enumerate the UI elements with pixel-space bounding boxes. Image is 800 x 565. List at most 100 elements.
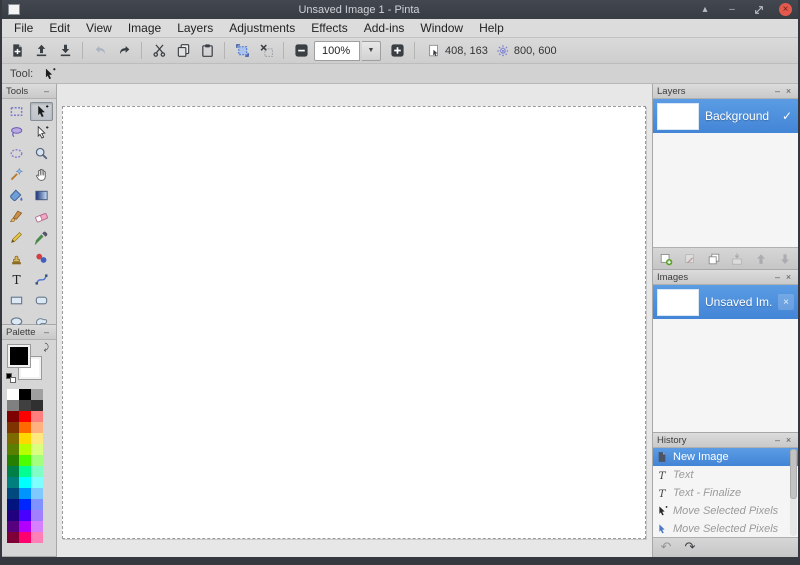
tool-gradient[interactable] [30,186,53,205]
palette-swatch[interactable] [7,532,19,543]
deselect-button[interactable] [255,40,277,62]
maximize-icon[interactable] [752,3,766,17]
zoom-in-button[interactable] [386,40,408,62]
palette-swatch[interactable] [31,389,43,400]
swap-colors-icon[interactable]: ⤸ [44,342,49,353]
image-row[interactable]: Unsaved Im... × [653,285,798,319]
palette-swatch[interactable] [19,532,31,543]
tool-move-selected-pixels[interactable] [30,102,53,121]
canvas[interactable] [62,106,646,539]
current-tool-icon[interactable] [39,65,59,82]
close-image-icon[interactable]: × [778,294,794,310]
history-undo-icon[interactable]: ↶ [656,539,676,557]
tool-line-curve[interactable] [30,270,53,289]
menu-item-view[interactable]: View [78,19,120,37]
layer-up-button[interactable] [751,250,771,268]
layer-add-button[interactable] [656,250,676,268]
history-item[interactable]: New Image [653,448,798,466]
crop-button[interactable] [231,40,253,62]
tool-paint-bucket[interactable] [5,186,28,205]
palette-swatch[interactable] [7,411,19,422]
palette-swatch[interactable] [31,444,43,455]
palette-swatch[interactable] [31,499,43,510]
tool-rectangle[interactable] [5,291,28,310]
layer-visible-checkbox[interactable]: ✓ [782,109,792,123]
palette-swatch[interactable] [7,477,19,488]
palette-swatch[interactable] [19,422,31,433]
palette-swatch[interactable] [7,444,19,455]
palette-swatch[interactable] [31,510,43,521]
palette-swatch[interactable] [19,477,31,488]
palette-swatch[interactable] [7,455,19,466]
tool-eraser[interactable] [30,207,53,226]
zoom-level-input[interactable]: 100% [314,40,360,61]
primary-color-swatch[interactable] [7,344,31,368]
tool-pan[interactable] [30,165,53,184]
layers-panel-minimize-icon[interactable]: – [772,86,783,97]
menu-item-adjustments[interactable]: Adjustments [221,19,303,37]
reset-colors-icon[interactable] [6,373,16,383]
palette-swatch[interactable] [31,433,43,444]
palette-swatch[interactable] [19,521,31,532]
palette-swatch[interactable] [19,510,31,521]
palette-swatch[interactable] [19,389,31,400]
palette-swatch[interactable] [7,466,19,477]
palette-swatch[interactable] [19,444,31,455]
palette-swatch[interactable] [7,488,19,499]
palette-swatch[interactable] [19,433,31,444]
tool-color-picker[interactable] [30,228,53,247]
paste-button[interactable] [196,40,218,62]
tool-clone-stamp[interactable] [5,249,28,268]
tool-paintbrush[interactable] [5,207,28,226]
redo-button[interactable] [113,40,135,62]
tool-ellipse-select[interactable] [5,144,28,163]
tool-move-selection[interactable] [30,123,53,142]
tool-zoom[interactable] [30,144,53,163]
title-bar[interactable]: Unsaved Image 1 - Pinta ▴ – × [2,0,798,19]
tool-magic-wand[interactable] [5,165,28,184]
tools-panel-minimize-icon[interactable]: – [41,86,52,97]
menu-item-image[interactable]: Image [120,19,169,37]
palette-swatch[interactable] [7,510,19,521]
tool-text[interactable]: T [5,270,28,289]
tool-pencil[interactable] [5,228,28,247]
minimize-icon[interactable]: – [725,3,739,17]
palette-swatch[interactable] [31,400,43,411]
shade-icon[interactable]: ▴ [698,3,712,17]
palette-swatch[interactable] [31,411,43,422]
layer-down-button[interactable] [775,250,795,268]
history-redo-icon[interactable]: ↷ [680,539,700,557]
palette-swatch[interactable] [31,521,43,532]
close-icon[interactable]: × [779,3,792,16]
history-item[interactable]: Move Selected Pixels [653,502,798,520]
images-panel-close-icon[interactable]: × [783,272,794,283]
layer-row[interactable]: Background ✓ [653,99,798,133]
history-item[interactable]: T Text [653,466,798,484]
zoom-dropdown-arrow-icon[interactable]: ▼ [362,40,381,61]
tool-lasso-select[interactable] [5,123,28,142]
tool-rectangle-select[interactable] [5,102,28,121]
palette-swatch[interactable] [7,499,19,510]
palette-swatch[interactable] [19,400,31,411]
tool-recolor[interactable] [30,249,53,268]
menu-item-file[interactable]: File [6,19,41,37]
images-panel-minimize-icon[interactable]: – [772,272,783,283]
menu-item-edit[interactable]: Edit [41,19,78,37]
history-item[interactable]: T Text - Finalize [653,484,798,502]
save-button[interactable] [54,40,76,62]
palette-swatch[interactable] [7,400,19,411]
palette-swatch[interactable] [31,488,43,499]
layer-duplicate-button[interactable] [704,250,724,268]
palette-swatch[interactable] [19,499,31,510]
palette-swatch[interactable] [7,521,19,532]
undo-button[interactable] [89,40,111,62]
menu-item-add-ins[interactable]: Add-ins [356,19,413,37]
menu-item-help[interactable]: Help [471,19,512,37]
layer-delete-button[interactable] [680,250,700,268]
history-panel-close-icon[interactable]: × [783,435,794,446]
palette-swatch[interactable] [19,488,31,499]
palette-swatch[interactable] [31,422,43,433]
cut-button[interactable] [148,40,170,62]
palette-swatch[interactable] [7,389,19,400]
tool-rounded-rectangle[interactable] [30,291,53,310]
